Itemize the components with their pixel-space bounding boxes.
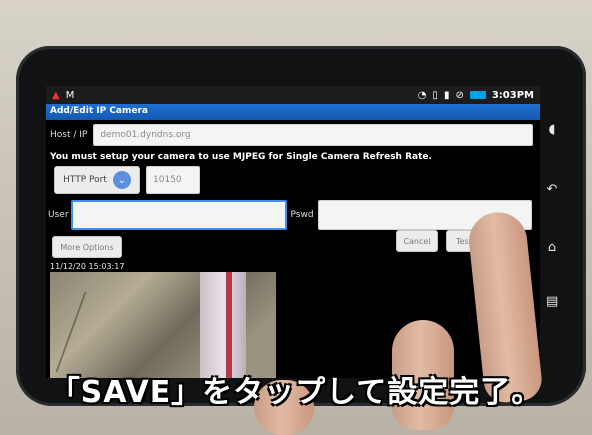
camera-preview <box>50 272 276 378</box>
camera-timestamp: 11/12/20 15:03:17 <box>50 262 125 271</box>
mjpeg-notice: You must setup your camera to use MJPEG … <box>50 152 432 162</box>
host-row: Host / IP demo01.dyndns.org <box>50 124 534 146</box>
host-input[interactable]: demo01.dyndns.org <box>93 124 534 146</box>
port-type-label: HTTP Port <box>63 175 107 185</box>
status-clock: 3:03PM <box>491 89 534 101</box>
user-input[interactable] <box>70 200 287 230</box>
sd-card-icon: ▮ <box>443 89 450 101</box>
vibrate-icon: ▯ <box>432 89 438 101</box>
user-label: User <box>48 210 69 220</box>
home-hardware-icon[interactable]: ⌂ <box>546 241 558 254</box>
port-input[interactable]: 10150 <box>146 166 200 194</box>
host-label: Host / IP <box>50 130 88 140</box>
no-signal-icon: ⊘ <box>455 89 464 101</box>
search-hardware-icon[interactable]: ◖ <box>546 123 558 136</box>
cancel-button[interactable]: Cancel <box>396 230 438 252</box>
chevron-down-icon: ⌄ <box>112 171 131 189</box>
more-options-row: More Options <box>52 236 122 258</box>
subtitle-caption: 「SAVE」をタップして設定完了。 <box>49 375 543 410</box>
wifi-icon: ◔ <box>417 89 427 101</box>
android-screen: ▲ M ◔ ▯ ▮ ⊘ 3:03PM Add/Edit IP Camera Ho… <box>46 86 540 378</box>
menu-hardware-icon[interactable]: ▤ <box>546 295 558 308</box>
back-hardware-icon[interactable]: ↶ <box>546 183 558 196</box>
battery-icon <box>469 91 486 99</box>
more-options-button[interactable]: More Options <box>52 236 122 258</box>
screen-title: Add/Edit IP Camera <box>46 104 540 120</box>
notification-icon: ▲ <box>52 89 60 101</box>
port-type-select[interactable]: HTTP Port ⌄ <box>54 166 140 194</box>
port-row: HTTP Port ⌄ 10150 <box>54 166 200 194</box>
credentials-row: User Pswd <box>48 200 532 230</box>
gmail-icon: M <box>65 89 75 101</box>
status-bar: ▲ M ◔ ▯ ▮ ⊘ 3:03PM <box>46 86 540 104</box>
pswd-label: Pswd <box>290 210 314 220</box>
